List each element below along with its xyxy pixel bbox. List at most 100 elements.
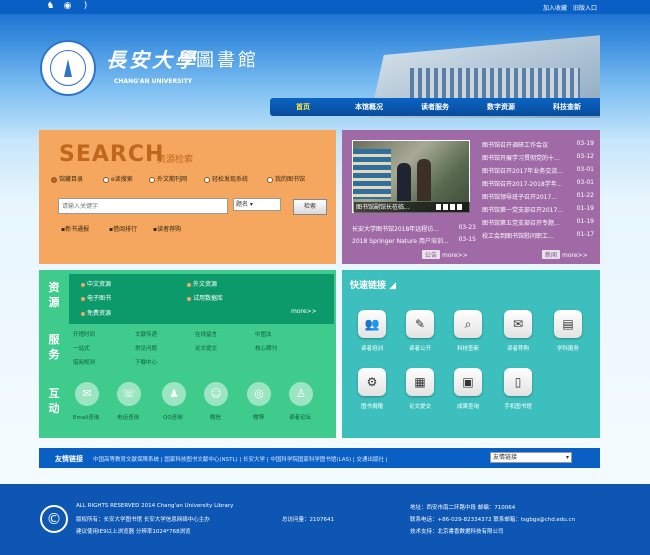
svc-thesis[interactable]: 论文提交	[195, 344, 217, 352]
resources-panel: 资源 服务 互动 中文资源 外文资源 电子图书 试用数据库 免费资源 more>…	[39, 270, 336, 438]
svc-faq[interactable]: 常见问题	[135, 344, 157, 352]
search-tab-my-library[interactable]: 我的图书馆	[267, 174, 305, 183]
nav-about[interactable]: 本馆概况	[336, 98, 402, 116]
results-icon[interactable]: ▣	[454, 368, 482, 396]
forum-label: 读者论坛	[289, 415, 312, 421]
quick-item-label[interactable]: 论文提交	[395, 402, 445, 410]
search-tab-discovery[interactable]: 轻松发现系统	[204, 174, 248, 183]
news-panel: 图书馆副馆长莅临... 图书馆召开调研工作会议 03-19 图书馆开展学习贯彻党的…	[342, 130, 600, 264]
quick-item-label[interactable]: 手机图书馆	[493, 402, 543, 410]
news-item[interactable]: 图书馆第五党支部召开专题... 01-19	[482, 218, 594, 227]
news-more-link[interactable]: 新闻 more>>	[542, 250, 588, 259]
resources-box: 中文资源 外文资源 电子图书 试用数据库 免费资源 more>>	[69, 274, 334, 324]
news-item[interactable]: 图书馆开展学习贯彻党的十... 03-12	[482, 153, 594, 162]
svc-message[interactable]: 在线留言	[195, 330, 217, 338]
friendly-links-list[interactable]: 中国高等教育文献保障系统 | 国家科技图书文献中心(NSTL) | 长安大学 |…	[93, 455, 388, 463]
news-item[interactable]: 图书馆召开2017年业务交流... 03-01	[482, 166, 594, 175]
search-title: SEARCH	[59, 142, 165, 167]
university-logo[interactable]	[40, 40, 96, 96]
notice-item[interactable]: 长安大学图书馆2018年远程访... 03-23	[352, 224, 476, 233]
phone-label: 电话咨询	[117, 415, 140, 421]
services-label: 服务	[48, 333, 60, 361]
quick-item-label[interactable]: 读者荐购	[493, 344, 543, 352]
news-item[interactable]: 图书馆召开调研工作会议 03-19	[482, 140, 594, 149]
search-subtitle: 资源检索	[157, 155, 194, 165]
novelty-icon[interactable]: ⌕	[454, 310, 482, 338]
phone-icon[interactable]: ☏	[117, 382, 141, 406]
nav-home[interactable]: 首页	[270, 98, 336, 116]
open-icon[interactable]: ✎	[406, 310, 434, 338]
search-tab-journals[interactable]: 外文期刊网	[149, 174, 187, 183]
footer-owner: 版权所有：长安大学图书馆 长安大学信息网络中心主办	[76, 517, 210, 523]
res-trial-db[interactable]: 试用数据库	[187, 293, 223, 302]
svc-onestop[interactable]: 一站式	[73, 344, 90, 352]
rss-icon[interactable]: )	[80, 1, 91, 12]
footer-rights: ALL RIGHTS RESERVED 2014 Chang'an Univer…	[76, 503, 234, 509]
svc-delivery[interactable]: 文献传递	[135, 330, 157, 338]
search-field-select[interactable]: 题名 ▾	[233, 198, 281, 211]
quick-item-label[interactable]: 成果查询	[443, 402, 493, 410]
quick-item-label[interactable]: 读者公开	[395, 344, 445, 352]
slide-dot[interactable]	[450, 204, 455, 210]
qq-icon[interactable]: ♞	[45, 1, 56, 12]
new-books-link[interactable]: ▪新书通报	[61, 224, 89, 233]
thesis-icon[interactable]: ▦	[406, 368, 434, 396]
quick-links-title: 快速链接 ◢	[350, 281, 397, 291]
search-tab-catalog[interactable]: 馆藏目录	[51, 174, 83, 183]
res-free[interactable]: 免费资源	[81, 308, 111, 317]
quick-item-label[interactable]: 学科服务	[543, 344, 593, 352]
interact-label: 互动	[48, 387, 60, 415]
svc-rules[interactable]: 借阅规则	[73, 358, 95, 366]
recommend-link[interactable]: ▪读者荐购	[153, 224, 181, 233]
slide-dot[interactable]	[457, 204, 462, 210]
search-panel: SEARCH 资源检索 馆藏目录 e读搜索 外文期刊网 轻松发现系统 我的图书馆…	[39, 130, 336, 264]
subject-icon[interactable]: ▤	[554, 310, 582, 338]
wechat-icon[interactable]: ☺	[204, 382, 228, 406]
training-icon[interactable]: 👥	[358, 310, 386, 338]
svc-core-journals[interactable]: 核心期刊	[255, 344, 277, 352]
slide-dot[interactable]	[443, 204, 448, 210]
res-ebooks[interactable]: 电子图书	[81, 293, 111, 302]
friendly-links-bar: 友情链接 中国高等教育文献保障系统 | 国家科技图书文献中心(NSTL) | 长…	[39, 448, 600, 468]
friendly-links-select[interactable]: 友情链接 ▾	[490, 452, 572, 463]
footer-address: 地址：西安市南二环路中段 邮编：710064	[410, 505, 516, 511]
notice-more-link[interactable]: 公告 more>>	[422, 250, 468, 259]
recommend-icon[interactable]: ✉	[504, 310, 532, 338]
svc-clc[interactable]: 中图法	[255, 330, 272, 338]
donation-icon[interactable]: ⚙	[358, 368, 386, 396]
nav-services[interactable]: 读者服务	[402, 98, 468, 116]
news-item[interactable]: 校工会到图书馆慰问职工... 01-17	[482, 231, 594, 240]
forum-icon[interactable]: ♙	[289, 382, 313, 406]
quick-item-label[interactable]: 科技查新	[443, 344, 493, 352]
search-button[interactable]: 检索	[293, 199, 327, 215]
quick-links-panel: 快速链接 ◢ 👥 ✎ ⌕ ✉ ▤ ⚙ ▦ ▣ ▯ 读者培训 读者公开 科技查新 …	[342, 270, 600, 438]
weibo-icon[interactable]: ◉	[62, 1, 73, 12]
bookmark-link[interactable]: 加入收藏	[543, 3, 567, 12]
svc-hours[interactable]: 开馆时间	[73, 330, 95, 338]
slide-dot[interactable]	[436, 204, 441, 210]
nav-novelty-search[interactable]: 科技查新	[534, 98, 600, 116]
qq-label: QQ咨询	[163, 415, 183, 421]
quick-item-label[interactable]: 读者培训	[347, 344, 397, 352]
search-input[interactable]	[58, 198, 228, 214]
email-icon[interactable]: ✉	[75, 382, 99, 406]
news-item[interactable]: 图书馆第一党支部召开2017... 01-19	[482, 205, 594, 214]
news-item[interactable]: 图书馆领导班子召开2017... 01-22	[482, 192, 594, 201]
mobile-icon[interactable]: ▯	[504, 368, 532, 396]
friendly-links-label: 友情链接	[55, 455, 83, 463]
notice-item[interactable]: 2018 Springer Nature 用户培训... 03-15	[352, 236, 476, 245]
weibo-icon[interactable]: ◎	[247, 382, 271, 406]
res-chinese[interactable]: 中文资源	[81, 279, 111, 288]
footer-phone: 联系电话：+86-029-82334372 联系邮箱：tsgbgs@chd.ed…	[410, 517, 576, 523]
news-item[interactable]: 图书馆召开2017-2018学年... 03-01	[482, 179, 594, 188]
ranking-link[interactable]: ▪借阅排行	[109, 224, 137, 233]
svc-downloads[interactable]: 下载中心	[135, 358, 157, 366]
old-version-link[interactable]: 旧版入口	[573, 3, 597, 12]
footer-browser: 建议使用IE9以上浏览器 分辨率1024*768浏览	[76, 529, 191, 535]
qq-icon[interactable]: ♟	[162, 382, 186, 406]
res-foreign[interactable]: 外文资源	[187, 279, 217, 288]
nav-digital[interactable]: 数字资源	[468, 98, 534, 116]
quick-item-label[interactable]: 图书捐赠	[347, 402, 397, 410]
search-tab-e-search[interactable]: e读搜索	[103, 174, 133, 183]
res-more-link[interactable]: more>>	[291, 308, 317, 315]
